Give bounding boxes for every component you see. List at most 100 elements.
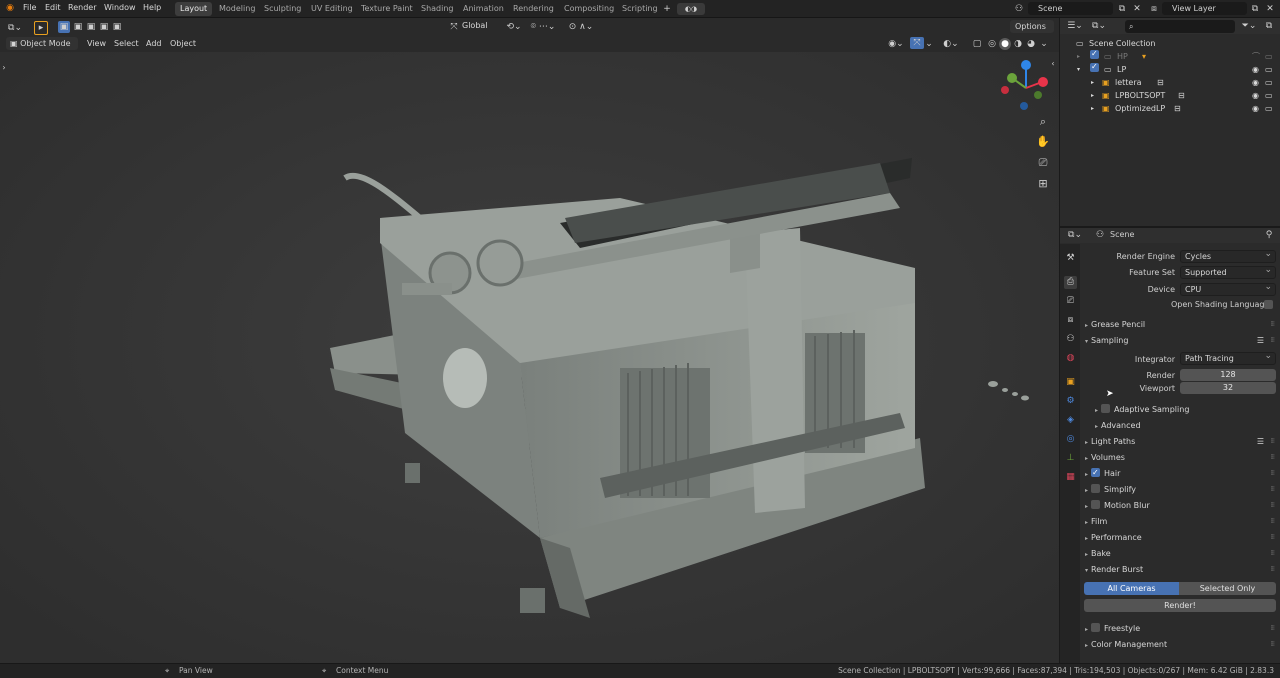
- bake-panel[interactable]: ▸ Bake ⁞⁞⁞: [1082, 546, 1278, 561]
- integrator-dropdown[interactable]: Path Tracing: [1180, 351, 1276, 365]
- all-cameras-button[interactable]: All Cameras: [1084, 582, 1179, 595]
- outliner-row-lp[interactable]: ▾ ▭ LP ◉ ▭: [1060, 60, 1280, 76]
- shading-wire-icon[interactable]: ◎: [986, 38, 998, 50]
- drag-handle-icon[interactable]: ⁞⁞⁞: [1270, 637, 1275, 652]
- volumes-panel[interactable]: ▸ Volumes ⁞⁞⁞: [1082, 450, 1278, 465]
- menu-edit[interactable]: Edit: [45, 3, 61, 12]
- tab-scripting[interactable]: Scripting: [617, 2, 663, 16]
- outliner-editor-icon[interactable]: ☰⌄: [1066, 20, 1084, 32]
- overlay-icon[interactable]: ◐⌄: [940, 38, 962, 50]
- mode-selector[interactable]: ▣ Object Mode: [6, 37, 78, 50]
- viewport-menu-add[interactable]: Add: [146, 39, 162, 48]
- motion-blur-panel[interactable]: ▸ Motion Blur ⁞⁞⁞: [1082, 498, 1278, 513]
- outliner-search-input[interactable]: ⌕: [1125, 20, 1235, 33]
- delete-scene-icon[interactable]: ✕: [1131, 3, 1143, 15]
- select-tool-icon[interactable]: ▸: [34, 21, 48, 35]
- blender-logo-icon[interactable]: ◉: [4, 2, 16, 14]
- motion-blur-checkbox[interactable]: [1091, 500, 1100, 509]
- presets-list-icon[interactable]: ☰: [1257, 434, 1264, 449]
- particles-tab-icon[interactable]: ◈: [1064, 414, 1077, 427]
- perspective-grid-icon[interactable]: ⊞: [1036, 178, 1050, 190]
- freestyle-checkbox[interactable]: [1091, 623, 1100, 632]
- light-paths-panel[interactable]: ▸ Light Paths ☰ ⁞⁞⁞: [1082, 434, 1278, 449]
- viewport-menu-object[interactable]: Object: [170, 39, 196, 48]
- viewport-menu-select[interactable]: Select: [114, 39, 139, 48]
- shading-material-icon[interactable]: ◑: [1012, 38, 1024, 50]
- scene-icon[interactable]: ⚇: [1013, 3, 1025, 15]
- render-burst-panel[interactable]: ▾ Render Burst ⁞⁞⁞: [1082, 562, 1278, 577]
- render-samples-field[interactable]: 128: [1180, 369, 1276, 381]
- optimizedlp-eye-icon[interactable]: ◉: [1252, 102, 1259, 115]
- drag-handle-icon[interactable]: ⁞⁞⁞: [1270, 333, 1275, 348]
- sidebar-toggle-icon[interactable]: ‹: [1049, 58, 1057, 70]
- drag-handle-icon[interactable]: ⁞⁞⁞: [1270, 530, 1275, 545]
- add-workspace-icon[interactable]: +: [662, 3, 672, 15]
- drag-handle-icon[interactable]: ⁞⁞⁞: [1270, 562, 1275, 577]
- modifier-tab-icon[interactable]: ⚙: [1064, 395, 1077, 408]
- typewriter-model[interactable]: [0, 18, 1059, 663]
- pivot-icon[interactable]: ⟲⌄: [505, 21, 523, 33]
- drag-handle-icon[interactable]: ⁞⁞⁞: [1270, 466, 1275, 481]
- proportional-edit-icon[interactable]: ⊙ ∧⌄: [566, 21, 596, 33]
- camera-view-icon[interactable]: ⎚: [1036, 157, 1050, 169]
- tab-compositing[interactable]: Compositing: [559, 2, 619, 16]
- drag-handle-icon[interactable]: ⁞⁞⁞: [1270, 514, 1275, 529]
- tab-layout[interactable]: Layout: [175, 2, 213, 16]
- expand-arrow-icon[interactable]: ▸: [1091, 76, 1094, 89]
- lp-exclude-checkbox[interactable]: [1090, 60, 1099, 73]
- hp-hidden-icon[interactable]: ⌒: [1252, 50, 1260, 63]
- scene-selector[interactable]: Scene: [1028, 2, 1113, 15]
- new-scene-icon[interactable]: ⧉: [1116, 3, 1128, 15]
- lettera-eye-icon[interactable]: ◉: [1252, 76, 1259, 89]
- drag-handle-icon[interactable]: ⁞⁞⁞: [1270, 450, 1275, 465]
- drag-handle-icon[interactable]: ⁞⁞⁞: [1270, 498, 1275, 513]
- presets-list-icon[interactable]: ☰: [1257, 333, 1264, 348]
- transform-orientation-icon[interactable]: ⤧: [448, 21, 460, 33]
- advanced-panel[interactable]: ▸ Advanced: [1092, 418, 1278, 433]
- view-layer-tab-icon[interactable]: ⧈: [1064, 314, 1077, 327]
- tab-sculpting[interactable]: Sculpting: [259, 2, 306, 16]
- drag-handle-icon[interactable]: ⁞⁞⁞: [1270, 546, 1275, 561]
- select-invert-icon[interactable]: ▣: [98, 21, 110, 33]
- feature-set-dropdown[interactable]: Supported: [1180, 265, 1276, 279]
- output-tab-icon[interactable]: ⎚: [1064, 295, 1077, 308]
- new-view-layer-icon[interactable]: ⧉: [1249, 3, 1261, 15]
- render-engine-dropdown[interactable]: Cycles: [1180, 249, 1276, 263]
- tab-rendering[interactable]: Rendering: [508, 2, 559, 16]
- expand-arrow-icon[interactable]: ▸: [1091, 102, 1094, 115]
- drag-handle-icon[interactable]: ⁞⁞⁞: [1270, 434, 1275, 449]
- gizmo-dropdown-icon[interactable]: ⌄: [925, 38, 933, 50]
- xray-icon[interactable]: ▢: [970, 38, 984, 50]
- select-subtract-icon[interactable]: ▣: [85, 21, 97, 33]
- texture-tab-icon[interactable]: ▦: [1064, 471, 1077, 484]
- select-intersect-icon[interactable]: ▣: [111, 21, 123, 33]
- hp-exclude-checkbox[interactable]: [1090, 47, 1099, 60]
- lpboltsopt-eye-icon[interactable]: ◉: [1252, 89, 1259, 102]
- filter-icon[interactable]: ⏷⌄: [1240, 20, 1258, 32]
- workspace-scroll-icon[interactable]: ◐◑: [677, 3, 705, 15]
- simplify-checkbox[interactable]: [1091, 484, 1100, 493]
- gizmo-icon[interactable]: ⤧: [910, 37, 924, 49]
- tab-texture-paint[interactable]: Texture Paint: [356, 2, 418, 16]
- zoom-icon[interactable]: ⌕: [1036, 116, 1050, 128]
- expand-arrow-icon[interactable]: ▸: [1091, 89, 1094, 102]
- freestyle-panel[interactable]: ▸ Freestyle ⁞⁞⁞: [1082, 621, 1278, 636]
- drag-handle-icon[interactable]: ⁞⁞⁞: [1270, 482, 1275, 497]
- menu-help[interactable]: Help: [143, 3, 161, 12]
- tab-shading[interactable]: Shading: [416, 2, 459, 16]
- select-box-mode-icon[interactable]: ▣: [58, 21, 70, 33]
- options-dropdown[interactable]: Options ⌄: [1010, 20, 1054, 44]
- outliner-row-lettera[interactable]: ▸ ▣ lettera ⊟ ◉ ▭: [1060, 76, 1280, 89]
- toolbar-toggle-icon[interactable]: ›: [0, 62, 8, 74]
- expand-arrow-icon[interactable]: ▾: [1077, 63, 1080, 76]
- optimizedlp-render-icon[interactable]: ▭: [1265, 102, 1273, 115]
- outliner-row-lpboltsopt[interactable]: ▸ ▣ LPBOLTSOPT ⊟ ◉ ▭: [1060, 89, 1280, 102]
- outliner-row-optimizedlp[interactable]: ▸ ▣ OptimizedLP ⊟ ◉ ▭: [1060, 102, 1280, 115]
- menu-file[interactable]: File: [23, 3, 36, 12]
- drag-handle-icon[interactable]: ⁞⁞⁞: [1270, 317, 1275, 332]
- viewport-menu-view[interactable]: View: [87, 39, 106, 48]
- hp-render-icon[interactable]: ▭: [1265, 50, 1273, 63]
- expand-arrow-icon[interactable]: ▸: [1077, 50, 1080, 63]
- sampling-panel[interactable]: ▾ Sampling ☰ ⁞⁞⁞: [1082, 333, 1278, 348]
- drag-handle-icon[interactable]: ⁞⁞⁞: [1270, 621, 1275, 636]
